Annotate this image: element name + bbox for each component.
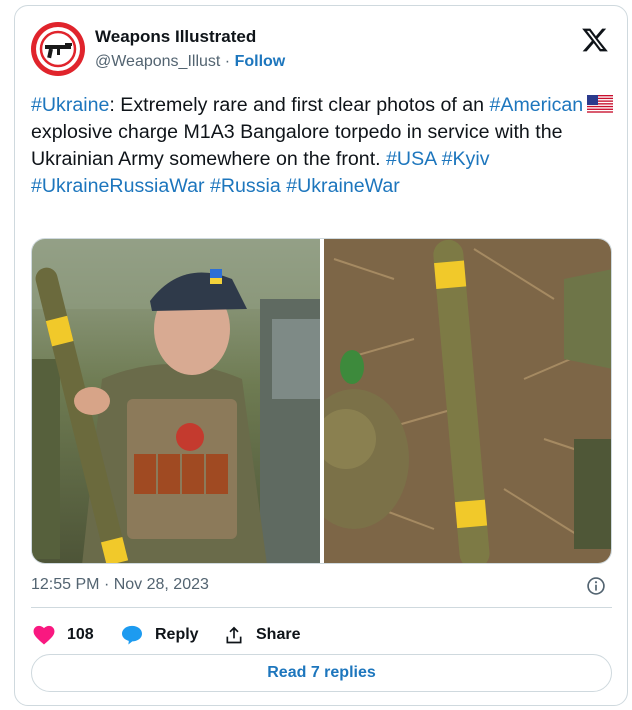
hashtag-link[interactable]: #Russia <box>210 175 281 197</box>
tweet-timestamp[interactable]: 12:55 PM · Nov 28, 2023 <box>31 576 209 594</box>
hashtag-link[interactable]: #UkraineWar <box>286 175 400 197</box>
author-handle[interactable]: @Weapons_Illust <box>95 53 220 70</box>
like-button[interactable]: 108 <box>33 623 94 647</box>
author-handle-row: @Weapons_Illust · Follow <box>95 53 285 71</box>
photo-soldier-holding-bangalore-torpedo[interactable] <box>32 239 320 564</box>
tweet-media <box>31 238 612 564</box>
hashtag-link[interactable]: #USA <box>386 148 436 170</box>
tweet-card: Weapons Illustrated @Weapons_Illust · Fo… <box>14 5 628 706</box>
share-upload-icon <box>226 626 242 644</box>
tweet-time: 12:55 PM <box>31 576 100 593</box>
handle-separator: · <box>224 53 231 70</box>
heart-icon <box>33 625 55 645</box>
reply-label: Reply <box>155 626 199 643</box>
like-count: 108 <box>67 626 94 643</box>
x-logo-icon[interactable] <box>581 26 609 54</box>
avatar-logo <box>36 27 80 71</box>
info-icon[interactable] <box>586 576 606 596</box>
hashtag-link[interactable]: #American <box>490 94 584 116</box>
tweet-date: Nov 28, 2023 <box>113 576 209 593</box>
hashtag-link[interactable]: #Kyiv <box>442 148 490 170</box>
timestamp-separator: · <box>103 576 110 593</box>
rifle-logo-icon <box>39 30 77 68</box>
author-display-name[interactable]: Weapons Illustrated <box>95 27 256 47</box>
tweet-text-segment: : Extremely rare and first clear photos … <box>109 94 490 116</box>
hashtag-link[interactable]: #Ukraine <box>31 94 109 116</box>
photo-bangalore-torpedo-on-ground[interactable] <box>324 239 612 564</box>
reply-button[interactable]: Reply <box>121 623 199 647</box>
us-flag-icon <box>587 95 614 114</box>
share-button[interactable]: Share <box>224 623 300 647</box>
follow-button[interactable]: Follow <box>235 53 286 70</box>
share-label: Share <box>256 626 301 643</box>
hashtag-link[interactable]: #UkraineRussiaWar <box>31 175 205 197</box>
divider <box>31 607 612 608</box>
tweet-text: #Ukraine: Extremely rare and first clear… <box>31 92 616 200</box>
reply-bubble-icon <box>122 625 142 645</box>
read-replies-button[interactable]: Read 7 replies <box>31 654 612 692</box>
author-avatar[interactable] <box>31 22 85 76</box>
